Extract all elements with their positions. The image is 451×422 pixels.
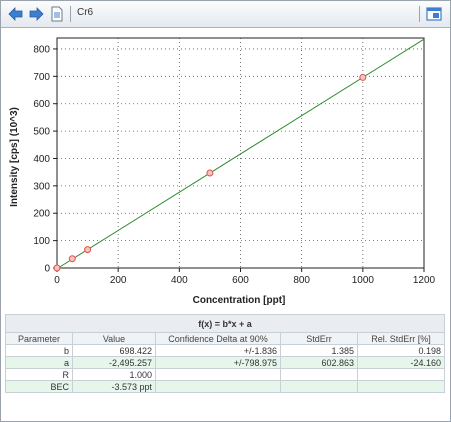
toolbar-separator — [419, 6, 420, 22]
y-tick-label: 500 — [33, 127, 50, 138]
y-tick-label: 300 — [33, 181, 50, 192]
column-header: StdErr — [280, 332, 358, 345]
table-cell — [357, 368, 445, 381]
x-axis-label: Concentration [ppt] — [193, 295, 286, 306]
table-cell: +/-798.975 — [155, 356, 281, 369]
x-tick-label: 400 — [171, 275, 188, 286]
table-cell — [155, 368, 281, 381]
forward-arrow-icon[interactable] — [27, 5, 45, 23]
table-cell: +/-1.836 — [155, 344, 281, 357]
column-header: Parameter — [5, 332, 73, 345]
table-cell: -24.160 — [357, 356, 445, 369]
fit-results-panel: f(x) = b*x + a Parameter Value Confidenc… — [5, 314, 445, 393]
document-icon[interactable] — [48, 5, 66, 23]
toolbar: Cr6 — [1, 1, 450, 28]
table-cell: 698.422 — [72, 344, 156, 357]
data-point — [53, 264, 61, 272]
y-tick-label: 600 — [33, 99, 50, 110]
back-arrow-icon[interactable] — [7, 5, 25, 23]
x-tick-label: 0 — [54, 275, 60, 286]
table-cell: 1.385 — [280, 344, 358, 357]
y-axis-label: Intensity [cps] (10^3) — [9, 107, 20, 207]
y-tick-label: 800 — [33, 44, 50, 55]
x-tick-label: 600 — [232, 275, 249, 286]
x-tick-label: 1000 — [352, 275, 375, 286]
y-tick-label: 200 — [33, 209, 50, 220]
y-tick-label: 400 — [33, 154, 50, 165]
column-header: Rel. StdErr [%] — [357, 332, 445, 345]
table-row: b 698.422 +/-1.836 1.385 0.198 — [5, 344, 445, 357]
table-row: R 1.000 — [5, 368, 445, 381]
y-tick-label: 100 — [33, 236, 50, 247]
formula-header: f(x) = b*x + a — [5, 314, 445, 333]
x-tick-label: 800 — [293, 275, 310, 286]
y-tick-label: 700 — [33, 72, 50, 83]
table-cell: -2,495.257 — [72, 356, 156, 369]
calibration-chart: 0 200 400 600 800 1000 1200 0 100 200 300 400 500 600… — [1, 28, 450, 312]
table-cell: R — [5, 368, 73, 381]
data-point — [68, 255, 76, 263]
table-cell: 602.863 — [280, 356, 358, 369]
y-tick-label: 0 — [44, 264, 50, 275]
calibration-window: Cr6 0 200 400 600 800 1000 1200 0 100 200 300 400 50… — [0, 0, 451, 422]
data-point — [84, 246, 92, 254]
table-cell — [155, 380, 281, 393]
table-cell — [357, 380, 445, 393]
table-cell: -3.573 ppt — [72, 380, 156, 393]
table-cell: 0.198 — [357, 344, 445, 357]
window-title: Cr6 — [77, 7, 94, 18]
table-cell: a — [5, 356, 73, 369]
table-cell — [280, 380, 358, 393]
table-cell: BEC — [5, 380, 73, 393]
table-cell: 1.000 — [72, 368, 156, 381]
x-tick-label: 200 — [110, 275, 127, 286]
table-row: BEC -3.573 ppt — [5, 380, 445, 393]
table-cell: b — [5, 344, 73, 357]
x-tick-label: 1200 — [413, 275, 436, 286]
table-cell — [280, 368, 358, 381]
fit-results-table: f(x) = b*x + a Parameter Value Confidenc… — [5, 314, 445, 393]
toolbar-separator — [70, 6, 71, 22]
data-point — [359, 73, 367, 81]
table-row: a -2,495.257 +/-798.975 602.863 -24.160 — [5, 356, 445, 369]
table-header-row: Parameter Value Confidence Delta at 90% … — [5, 332, 445, 345]
column-header: Value — [72, 332, 156, 345]
window-icon[interactable] — [425, 5, 443, 23]
column-header: Confidence Delta at 90% — [155, 332, 281, 345]
data-point — [206, 169, 214, 177]
